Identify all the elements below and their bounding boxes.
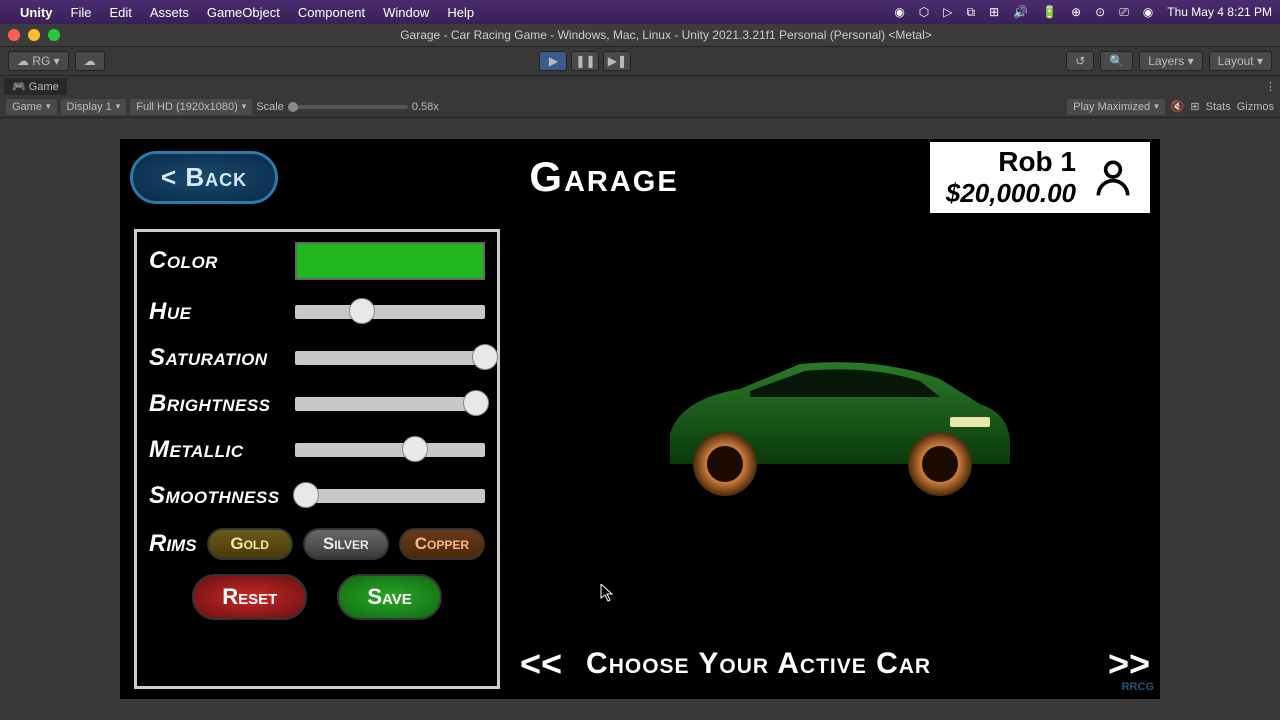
label-hue: Hue [149,298,295,326]
tab-game[interactable]: 🎮 Game [4,78,67,95]
hue-slider[interactable] [295,305,485,319]
label-metallic: Metallic [149,436,295,464]
label-brightness: Brightness [149,390,295,418]
page-title: Garage [278,153,930,201]
scale-label: Scale [256,101,284,113]
player-info-box[interactable]: Rob 1 $20,000.00 [930,142,1150,213]
menu-help[interactable]: Help [447,5,474,20]
game-viewport: < Back Garage Rob 1 $20,000.00 Color Hue [0,118,1280,720]
prev-car-button[interactable]: << [520,643,562,685]
rim-gold-button[interactable]: Gold [207,528,293,560]
metallic-slider[interactable] [295,443,485,457]
scale-value: 0.58x [412,101,439,113]
tab-menu-icon[interactable]: ⋮ [1265,80,1276,93]
game-mode-dropdown[interactable]: Game [6,99,57,115]
menubar-app-name[interactable]: Unity [20,5,53,20]
menu-gameobject[interactable]: GameObject [207,5,280,20]
player-money: $20,000.00 [946,178,1076,209]
game-view-controls: Game Display 1 Full HD (1920x1080) Scale… [0,96,1280,118]
watermark: RRCG [1122,681,1154,693]
rim-copper-button[interactable]: Copper [399,528,485,560]
reset-button[interactable]: Reset [192,574,307,620]
rim-silver-button[interactable]: Silver [303,528,389,560]
resolution-dropdown[interactable]: Full HD (1920x1080) [130,99,252,115]
save-button[interactable]: Save [337,574,441,620]
avatar-icon [1088,152,1138,202]
display-dropdown[interactable]: Display 1 [61,99,127,115]
car-image [650,349,1020,499]
car-nav: << Choose Your Active Car >> [520,643,1150,685]
menubar-clock[interactable]: Thu May 4 8:21 PM [1167,5,1272,19]
menu-assets[interactable]: Assets [150,5,189,20]
label-color: Color [149,247,295,275]
siri-icon[interactable]: ◉ [1143,5,1153,19]
window-titlebar: Garage - Car Racing Game - Windows, Mac,… [0,24,1280,46]
mute-icon[interactable]: 🔇 [1171,100,1185,113]
game-screen: < Back Garage Rob 1 $20,000.00 Color Hue [120,139,1160,699]
wifi-icon[interactable]: ⊕ [1071,5,1081,19]
menu-component[interactable]: Component [298,5,365,20]
back-button[interactable]: < Back [130,151,278,204]
stats-button[interactable]: Stats [1206,101,1231,113]
game-top-bar: < Back Garage Rob 1 $20,000.00 [120,139,1160,215]
layers-dropdown[interactable]: Layers ▾ [1139,51,1202,71]
smoothness-slider[interactable] [295,489,485,503]
menu-file[interactable]: File [71,5,92,20]
label-rims: Rims [149,530,197,558]
volume-icon[interactable]: 🔊 [1013,5,1028,19]
window-title: Garage - Car Racing Game - Windows, Mac,… [60,28,1272,42]
brightness-slider[interactable] [295,397,485,411]
menu-window[interactable]: Window [383,5,429,20]
player-name: Rob 1 [946,146,1076,178]
unity-toolbar: ☁ RG ▾ ☁ ▶ ❚❚ ▶❚ ↺ 🔍 Layers ▾ Layout ▾ [0,46,1280,76]
macos-menubar: Unity File Edit Assets GameObject Compon… [0,0,1280,24]
search-icon[interactable]: ⊙ [1095,5,1105,19]
layout-dropdown[interactable]: Layout ▾ [1209,51,1272,71]
search-button[interactable]: 🔍 [1100,51,1133,71]
menubar-right: ◉ ⬡ ▷ ⧉ ⊞ 🔊 🔋 ⊕ ⊙ ⎚ ◉ Thu May 4 8:21 PM [894,5,1272,20]
calendar-icon[interactable]: ⊞ [989,5,999,19]
grid-icon[interactable]: ⊞ [1190,100,1199,113]
play-maximized-dropdown[interactable]: Play Maximized [1067,99,1165,115]
saturation-slider[interactable] [295,351,485,365]
car-preview[interactable] [520,229,1150,619]
record-icon[interactable]: ◉ [894,5,904,19]
gizmos-button[interactable]: Gizmos [1237,101,1274,113]
customization-panel: Color Hue Saturation Brightness Metallic… [134,229,500,689]
minimize-icon[interactable] [28,29,40,41]
cloud-button[interactable]: ☁ [75,51,105,71]
play-button[interactable]: ▶ [539,51,567,71]
scale-slider[interactable] [288,105,408,109]
color-swatch[interactable] [295,242,485,280]
step-button[interactable]: ▶❚ [603,51,631,71]
editor-tab-bar: 🎮 Game ⋮ [0,76,1280,96]
play-icon[interactable]: ▷ [943,5,952,19]
label-saturation: Saturation [149,344,295,372]
control-center-icon[interactable]: ⎚ [1119,5,1129,20]
next-car-button[interactable]: >> [1108,643,1150,685]
battery-icon[interactable]: 🔋 [1042,5,1057,19]
undo-history-button[interactable]: ↺ [1066,51,1094,71]
close-icon[interactable] [8,29,20,41]
unity-hub-icon[interactable]: ⬡ [919,5,929,19]
maximize-icon[interactable] [48,29,60,41]
label-smoothness: Smoothness [149,482,295,510]
choose-car-label: Choose Your Active Car [586,647,931,681]
copy-icon[interactable]: ⧉ [967,5,976,20]
traffic-lights [8,29,60,41]
menu-edit[interactable]: Edit [109,5,131,20]
account-button[interactable]: ☁ RG ▾ [8,51,69,71]
pause-button[interactable]: ❚❚ [571,51,599,71]
